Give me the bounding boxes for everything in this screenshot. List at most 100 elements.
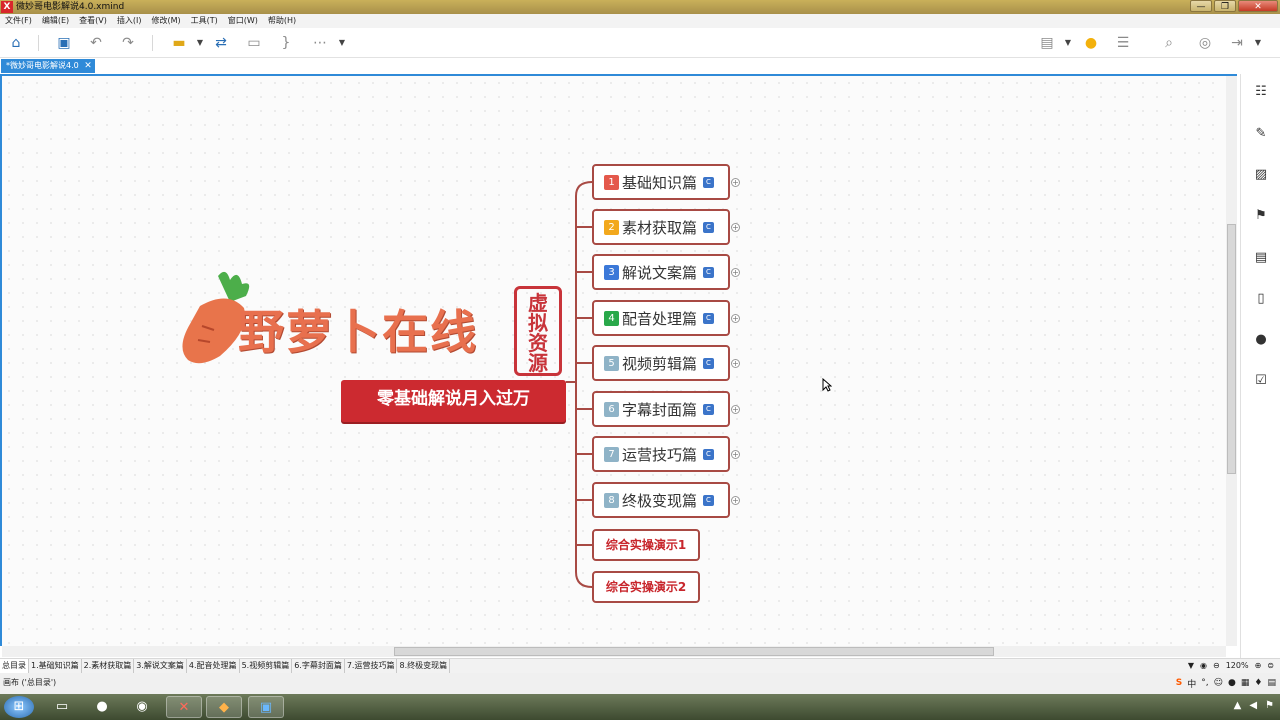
branch-topic-5[interactable]: 5 视频剪辑篇 C + (592, 345, 740, 381)
menu-window[interactable]: 窗口(W) (223, 14, 263, 28)
comment-icon[interactable]: ● (1253, 332, 1269, 348)
filter-icon[interactable]: ▼ (1188, 661, 1194, 670)
hyperlink-icon[interactable]: C (703, 358, 714, 369)
qq-icon[interactable]: ● (84, 696, 120, 718)
microphone-icon[interactable]: ● (1228, 678, 1236, 688)
undo-icon[interactable]: ↶ (87, 34, 105, 52)
maximize-button[interactable]: ❐ (1214, 0, 1236, 12)
emoji-icon[interactable]: ☺ (1214, 678, 1223, 688)
chevron-down-icon[interactable]: ▼ (1064, 34, 1072, 52)
more-icon[interactable]: ⋯ (311, 34, 329, 52)
skin-icon[interactable]: ♦ (1254, 678, 1262, 688)
menu-tools[interactable]: 工具(T) (186, 14, 223, 28)
recorder-app-icon[interactable]: ▣ (248, 696, 284, 718)
style-icon[interactable]: ▤ (1253, 250, 1269, 266)
outliner-icon[interactable]: ☰ (1114, 34, 1132, 52)
central-topic-slogan[interactable]: 零基础解说月入过万 (341, 380, 566, 422)
xmind-task-icon[interactable]: ✕ (166, 696, 202, 718)
expand-icon[interactable]: + (731, 405, 740, 414)
expand-icon[interactable]: + (731, 223, 740, 232)
ime-mode[interactable]: 中 (1187, 677, 1196, 690)
zoom-in-button[interactable]: ⊕ (1255, 661, 1262, 670)
start-button[interactable]: ⊞ (4, 696, 34, 718)
home-icon[interactable]: ⌂ (7, 34, 25, 52)
scroll-thumb[interactable] (1227, 224, 1236, 474)
image-icon[interactable]: ▨ (1253, 167, 1269, 183)
branch-topic-2[interactable]: 2 素材获取篇 C + (592, 209, 740, 245)
hyperlink-icon[interactable]: C (703, 267, 714, 278)
fox-app-icon[interactable]: ◆ (206, 696, 242, 718)
tools-icon[interactable]: ▤ (1267, 678, 1276, 688)
chevron-down-icon[interactable]: ▼ (1254, 34, 1262, 52)
menu-view[interactable]: 查看(V) (74, 14, 112, 28)
hyperlink-icon[interactable]: C (703, 495, 714, 506)
hyperlink-icon[interactable]: C (703, 313, 714, 324)
save-icon[interactable]: ▣ (55, 34, 73, 52)
export-icon[interactable]: ⇥ (1228, 34, 1246, 52)
hyperlink-icon[interactable]: C (703, 449, 714, 460)
eye-icon[interactable]: ◉ (1200, 661, 1207, 670)
expand-icon[interactable]: + (731, 314, 740, 323)
branch-topic-4[interactable]: 4 配音处理篇 C + (592, 300, 740, 336)
hyperlink-icon[interactable]: C (703, 177, 714, 188)
expand-icon[interactable]: + (731, 359, 740, 368)
sogou-icon[interactable]: S (1176, 678, 1182, 688)
outline-icon[interactable]: ☷ (1253, 84, 1269, 100)
sheet-tab[interactable]: 总目录 (0, 659, 29, 673)
volume-icon[interactable]: ◀ (1249, 700, 1257, 711)
branch-topic-1[interactable]: 1 基础知识篇 C + (592, 164, 740, 200)
sheet-tab[interactable]: 8.终极变现篇 (397, 659, 451, 673)
chevron-down-icon[interactable]: ▼ (196, 34, 204, 52)
demo-topic-1[interactable]: 综合实操演示1 (592, 529, 700, 561)
sheet-tab[interactable]: 2.素材获取篇 (82, 659, 135, 673)
expand-icon[interactable]: + (731, 496, 740, 505)
expand-icon[interactable]: + (731, 450, 740, 459)
summary-icon[interactable]: } (277, 34, 295, 52)
chrome-icon[interactable]: ◉ (124, 696, 160, 718)
expand-icon[interactable]: + (731, 178, 740, 187)
scroll-thumb[interactable] (394, 647, 994, 656)
vertical-scrollbar[interactable] (1226, 76, 1237, 646)
demo-topic-2[interactable]: 综合实操演示2 (592, 571, 700, 603)
close-icon[interactable]: ✕ (84, 59, 92, 73)
format-brush-icon[interactable]: ✎ (1253, 126, 1269, 142)
sheet-tab[interactable]: 6.字幕封面篇 (292, 659, 345, 673)
keyboard-icon[interactable]: ▦ (1241, 678, 1250, 688)
tab-mindmap[interactable]: *微妙哥电影解说4.0 ✕ (1, 59, 95, 73)
horizontal-scrollbar[interactable] (2, 646, 1226, 657)
chevron-down-icon[interactable]: ▼ (338, 34, 346, 52)
file-explorer-icon[interactable]: ▭ (44, 696, 80, 718)
notes-icon[interactable]: ▯ (1253, 291, 1269, 307)
network-icon[interactable]: ▲ (1234, 700, 1242, 711)
fit-icon[interactable]: ⊜ (1267, 661, 1274, 670)
sheet-tab[interactable]: 5.视频剪辑篇 (240, 659, 293, 673)
expand-icon[interactable]: + (731, 268, 740, 277)
menu-help[interactable]: 帮助(H) (263, 14, 301, 28)
branch-topic-6[interactable]: 6 字幕封面篇 C + (592, 391, 740, 427)
branch-topic-8[interactable]: 8 终极变现篇 C + (592, 482, 740, 518)
sheet-tab[interactable]: 1.基础知识篇 (29, 659, 82, 673)
menu-file[interactable]: 文件(F) (0, 14, 37, 28)
sheet-tab[interactable]: 4.配音处理篇 (187, 659, 240, 673)
hyperlink-icon[interactable]: C (703, 404, 714, 415)
branch-topic-7[interactable]: 7 运营技巧篇 C + (592, 436, 740, 472)
topic-icon[interactable]: ▬ (170, 34, 188, 52)
branch-topic-3[interactable]: 3 解说文案篇 C + (592, 254, 740, 290)
search-icon[interactable]: ⌕ (1160, 34, 1178, 52)
menu-insert[interactable]: 插入(I) (112, 14, 147, 28)
menu-edit[interactable]: 编辑(E) (37, 14, 74, 28)
task-icon[interactable]: ☑ (1253, 373, 1269, 389)
flag-icon[interactable]: ⚑ (1253, 208, 1269, 224)
flag-tray-icon[interactable]: ⚑ (1265, 700, 1274, 711)
hyperlink-icon[interactable]: C (703, 222, 714, 233)
minimize-button[interactable]: — (1190, 0, 1212, 12)
sheet-tab[interactable]: 3.解说文案篇 (134, 659, 187, 673)
redo-icon[interactable]: ↷ (119, 34, 137, 52)
share-icon[interactable]: ◎ (1196, 34, 1214, 52)
zoom-out-button[interactable]: ⊖ (1213, 661, 1220, 670)
sheet-tab[interactable]: 7.运营技巧篇 (345, 659, 398, 673)
close-window-button[interactable]: ✕ (1238, 0, 1278, 12)
punctuation-icon[interactable]: °, (1201, 678, 1208, 688)
presentation-icon[interactable]: ▤ (1038, 34, 1056, 52)
lightbulb-icon[interactable]: ● (1082, 34, 1100, 52)
